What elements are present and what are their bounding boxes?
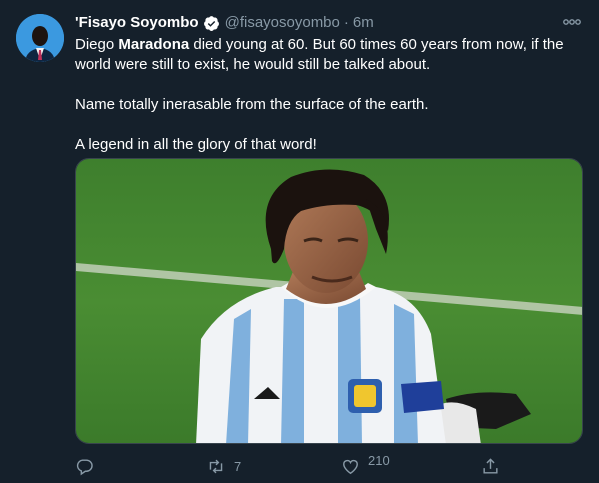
author-name[interactable]: 'Fisayo Soyombo [75,13,199,33]
tweet-paragraph-1: Diego Maradona died young at 60. But 60 … [75,35,585,75]
author-handle[interactable]: @fisayosoyombo [225,13,340,33]
tweet-paragraph-2: Name totally inerasable from the surface… [75,96,429,113]
tweet-actions: 7 210 [75,452,583,480]
more-icon[interactable] [562,15,582,29]
avatar[interactable] [16,14,64,62]
tweet[interactable]: 'Fisayo Soyombo @fisayosoyombo · 6m Dieg… [0,0,599,483]
highlighted-keyword: Maradona [118,36,190,53]
tweet-header: 'Fisayo Soyombo @fisayosoyombo · 6m [75,13,579,33]
heart-icon [341,457,360,476]
reply-button[interactable] [75,452,94,480]
text-segment: Diego [75,36,119,53]
share-button[interactable] [481,452,500,480]
tweet-photo[interactable] [75,158,583,444]
share-icon [481,457,500,476]
reply-icon [75,457,94,476]
like-count: 210 [368,452,390,468]
retweet-button[interactable]: 7 [206,452,241,480]
retweet-count: 7 [234,458,242,474]
tweet-timestamp[interactable]: 6m [353,13,374,33]
like-button[interactable]: 210 [341,452,390,480]
separator-dot: · [343,14,349,31]
tweet-paragraph-3: A legend in all the glory of that word! [75,136,317,153]
tweet-text: Diego Maradona died young at 60. But 60 … [75,35,585,155]
verified-badge-icon [203,15,220,32]
retweet-icon [206,457,226,476]
